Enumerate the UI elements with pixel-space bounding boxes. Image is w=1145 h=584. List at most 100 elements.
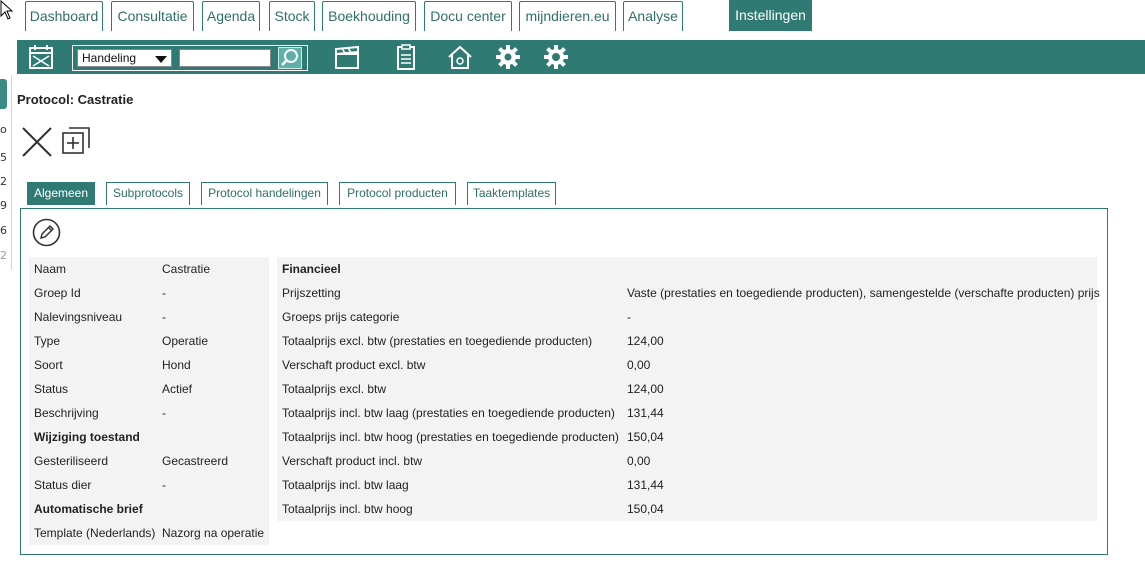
protocol-detail-panel: Naam Castratie Groep Id - Nalevingsniveau - Ty… (20, 208, 1108, 555)
info-row: Status Actief (29, 377, 269, 401)
mouse-cursor-icon (0, 0, 14, 20)
info-row: Totaalprijs incl. btw hoog (prestaties e… (277, 425, 1097, 449)
info-row: Wijziging toestand (29, 425, 269, 449)
left-list-item[interactable]: 5 (0, 151, 7, 164)
tab-instellingen[interactable]: Instellingen (729, 0, 812, 31)
field-label: Totaalprijs incl. btw laag (prestaties e… (282, 406, 615, 420)
info-row: Nalevingsniveau - (29, 305, 269, 329)
search-type-value: Handeling (82, 51, 137, 65)
general-info-table: Naam Castratie Groep Id - Nalevingsniveau - Ty… (29, 257, 269, 545)
field-value: Operatie (162, 334, 209, 348)
info-row: Automatische brief (29, 497, 269, 521)
tab-subprotocols[interactable]: Subprotocols (106, 182, 190, 205)
info-row: Groep Id - (29, 281, 269, 305)
section-heading: Automatische brief (34, 502, 143, 516)
info-row: Totaalprijs excl. btw 124,00 (277, 377, 1097, 401)
field-label: Totaalprijs excl. btw (282, 382, 387, 396)
field-label: Totaalprijs incl. btw laag (282, 478, 409, 492)
info-row: Template (Nederlands) Nazorg na operatie (29, 521, 269, 545)
field-label: Groeps prijs categorie (282, 310, 400, 324)
field-label: Type (34, 334, 61, 348)
edit-pencil-icon[interactable] (32, 218, 61, 247)
field-label: Prijszetting (282, 286, 341, 300)
tab-protocol-producten[interactable]: Protocol producten (339, 182, 456, 205)
calendar-icon[interactable] (27, 44, 55, 70)
tab-agenda[interactable]: Agenda (202, 1, 260, 31)
left-list-item[interactable]: 2 (0, 249, 7, 262)
field-value: 124,00 (627, 334, 664, 348)
info-row: Totaalprijs excl. btw (prestaties en toe… (277, 329, 1097, 353)
section-heading: Wijziging toestand (34, 430, 140, 444)
left-list-strip: o 5 2 9 6 2 (0, 75, 12, 270)
field-label: Naam (34, 262, 67, 276)
search-icon (281, 49, 298, 66)
left-list-item[interactable]: 9 (0, 199, 7, 212)
clapperboard-icon[interactable] (333, 44, 361, 70)
field-label: Soort (34, 358, 63, 372)
info-row: Verschaft product incl. btw 0,00 (277, 449, 1097, 473)
main-toolbar: Handeling (17, 40, 1145, 74)
field-label: Groep Id (34, 286, 81, 300)
tab-dashboard[interactable]: Dashboard (25, 1, 103, 31)
info-row: Verschaft product excl. btw 0,00 (277, 353, 1097, 377)
field-value: 124,00 (627, 382, 664, 396)
left-list-item[interactable]: 6 (0, 224, 7, 237)
tab-boekhouding[interactable]: Boekhouding (322, 1, 416, 31)
field-label: Template (Nederlands) (34, 526, 156, 540)
field-label: Nalevingsniveau (34, 310, 123, 324)
field-value: - (627, 310, 631, 324)
search-input[interactable] (179, 49, 271, 67)
left-list-item[interactable]: 2 (0, 175, 7, 188)
info-row: Beschrijving - (29, 401, 269, 425)
field-value: Gecastreerd (162, 454, 229, 468)
info-row: Totaalprijs incl. btw laag 131,44 (277, 473, 1097, 497)
field-value: - (162, 406, 166, 420)
home-icon[interactable] (446, 44, 474, 70)
financial-info-table: Financieel Prijszetting Vaste (prestaties … (277, 257, 1100, 521)
field-label: Totaalprijs excl. btw (prestaties en toe… (282, 334, 593, 348)
section-heading: Financieel (282, 262, 341, 276)
page-title: Protocol: Castratie (17, 92, 134, 107)
search-type-select[interactable]: Handeling (77, 49, 172, 67)
info-row: Naam Castratie (29, 257, 269, 281)
field-value: Actief (162, 382, 193, 396)
field-value: 131,44 (627, 478, 664, 492)
chevron-down-icon (155, 56, 167, 63)
tab-algemeen[interactable]: Algemeen (27, 182, 95, 205)
info-row: Groeps prijs categorie - (277, 305, 1097, 329)
field-label: Status dier (34, 478, 92, 492)
field-value: 0,00 (627, 454, 651, 468)
duplicate-icon[interactable] (61, 126, 91, 156)
info-row: Status dier - (29, 473, 269, 497)
field-value: Hond (162, 358, 191, 372)
field-label: Gesteriliseerd (34, 454, 109, 468)
tab-consultatie[interactable]: Consultatie (111, 1, 194, 31)
tab-stock[interactable]: Stock (269, 1, 315, 31)
info-row: Totaalprijs incl. btw hoog 150,04 (277, 497, 1097, 521)
field-label: Verschaft product excl. btw (282, 358, 426, 372)
info-row: Type Operatie (29, 329, 269, 353)
tab-taaktemplates[interactable]: Taaktemplates (467, 182, 556, 205)
field-label: Beschrijving (34, 406, 99, 420)
info-row: Totaalprijs incl. btw laag (prestaties e… (277, 401, 1097, 425)
close-icon[interactable] (21, 126, 53, 158)
tab-mijndieren[interactable]: mijndieren.eu (519, 1, 616, 31)
info-row: Soort Hond (29, 353, 269, 377)
tab-protocol-handelingen[interactable]: Protocol handelingen (201, 182, 328, 205)
field-label: Totaalprijs incl. btw hoog (prestaties e… (282, 430, 619, 444)
left-list-selected-item[interactable] (0, 79, 7, 109)
tab-analyse[interactable]: Analyse (623, 1, 683, 31)
field-value: 150,04 (627, 430, 664, 444)
tab-docu-center[interactable]: Docu center (424, 1, 512, 31)
gears-icon[interactable] (494, 44, 522, 70)
left-list-item[interactable]: o (0, 123, 7, 136)
info-row: Prijszetting Vaste (prestaties en toegedi… (277, 281, 1100, 305)
info-row: Gesteriliseerd Gecastreerd (29, 449, 269, 473)
search-button[interactable] (278, 47, 302, 69)
field-value: - (162, 286, 166, 300)
gear-icon[interactable] (542, 44, 570, 70)
field-value: 150,04 (627, 502, 664, 516)
clipboard-icon[interactable] (392, 44, 420, 70)
field-value: - (162, 478, 166, 492)
field-value: 131,44 (627, 406, 664, 420)
